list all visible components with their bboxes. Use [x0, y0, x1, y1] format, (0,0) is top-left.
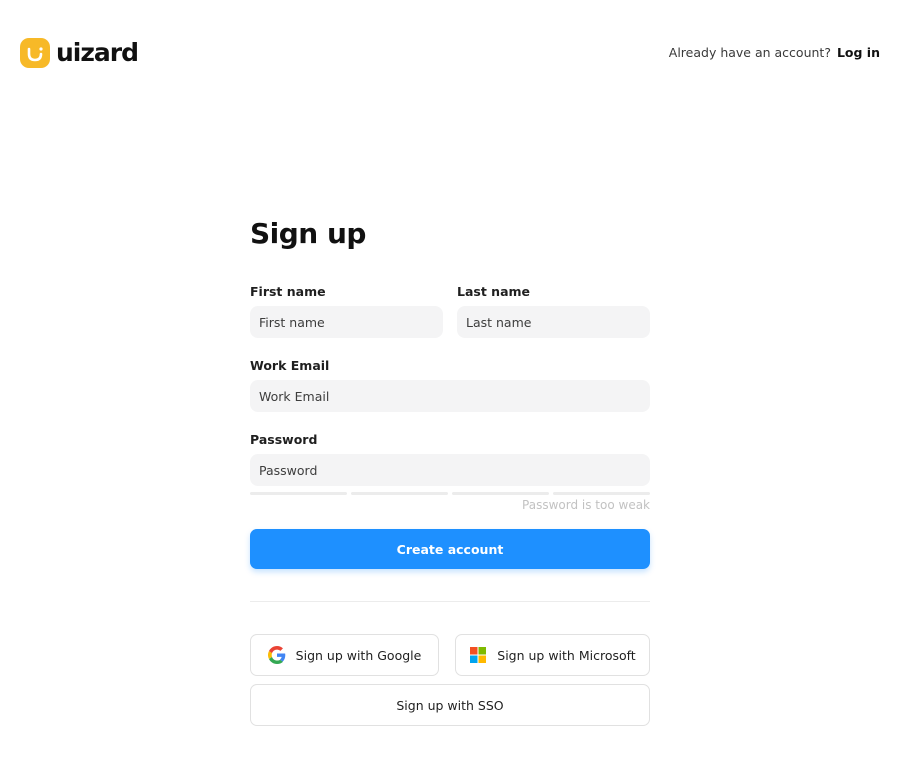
sso-signup-label: Sign up with SSO [396, 697, 504, 713]
name-row: First name Last name [250, 284, 650, 338]
first-name-label: First name [250, 284, 326, 299]
strength-segment [351, 492, 448, 495]
password-strength-text: Password is too weak [522, 498, 650, 512]
divider [250, 601, 650, 602]
password-strength-meter [250, 492, 650, 495]
uizard-smile-logo-icon [20, 38, 50, 68]
uizard-logo[interactable]: uizard [20, 38, 139, 68]
signup-page: uizard Already have an account? Log in S… [0, 0, 918, 765]
first-name-group: First name [250, 284, 443, 338]
last-name-group: Last name [457, 284, 650, 338]
microsoft-signup-label: Sign up with Microsoft [497, 647, 636, 663]
brand-name: uizard [56, 38, 139, 67]
sso-signup-button[interactable]: Sign up with SSO [250, 684, 650, 726]
page-title: Sign up [250, 217, 366, 250]
social-row: Sign up with Google Sign up with Microso… [250, 634, 650, 676]
microsoft-icon [469, 646, 487, 664]
email-label: Work Email [250, 358, 330, 373]
email-input[interactable] [250, 380, 650, 412]
login-prompt: Already have an account? Log in [669, 45, 880, 60]
first-name-input[interactable] [250, 306, 443, 338]
password-group: Password Password is too weak [250, 432, 650, 513]
google-signup-label: Sign up with Google [295, 647, 422, 663]
password-input[interactable] [250, 454, 650, 486]
email-group: Work Email [250, 358, 650, 412]
password-label: Password [250, 432, 318, 447]
login-prompt-text: Already have an account? [668, 45, 831, 60]
strength-segment [250, 492, 347, 495]
last-name-label: Last name [457, 284, 531, 299]
signup-form: Sign up First name Last name Work Email … [250, 214, 650, 726]
google-signup-button[interactable]: Sign up with Google [250, 634, 439, 676]
google-icon [267, 646, 286, 664]
create-account-button[interactable]: Create account [250, 529, 650, 569]
strength-segment [553, 492, 650, 495]
login-link[interactable]: Log in [837, 45, 880, 60]
microsoft-signup-button[interactable]: Sign up with Microsoft [455, 634, 650, 676]
strength-segment [452, 492, 549, 495]
last-name-input[interactable] [457, 306, 650, 338]
